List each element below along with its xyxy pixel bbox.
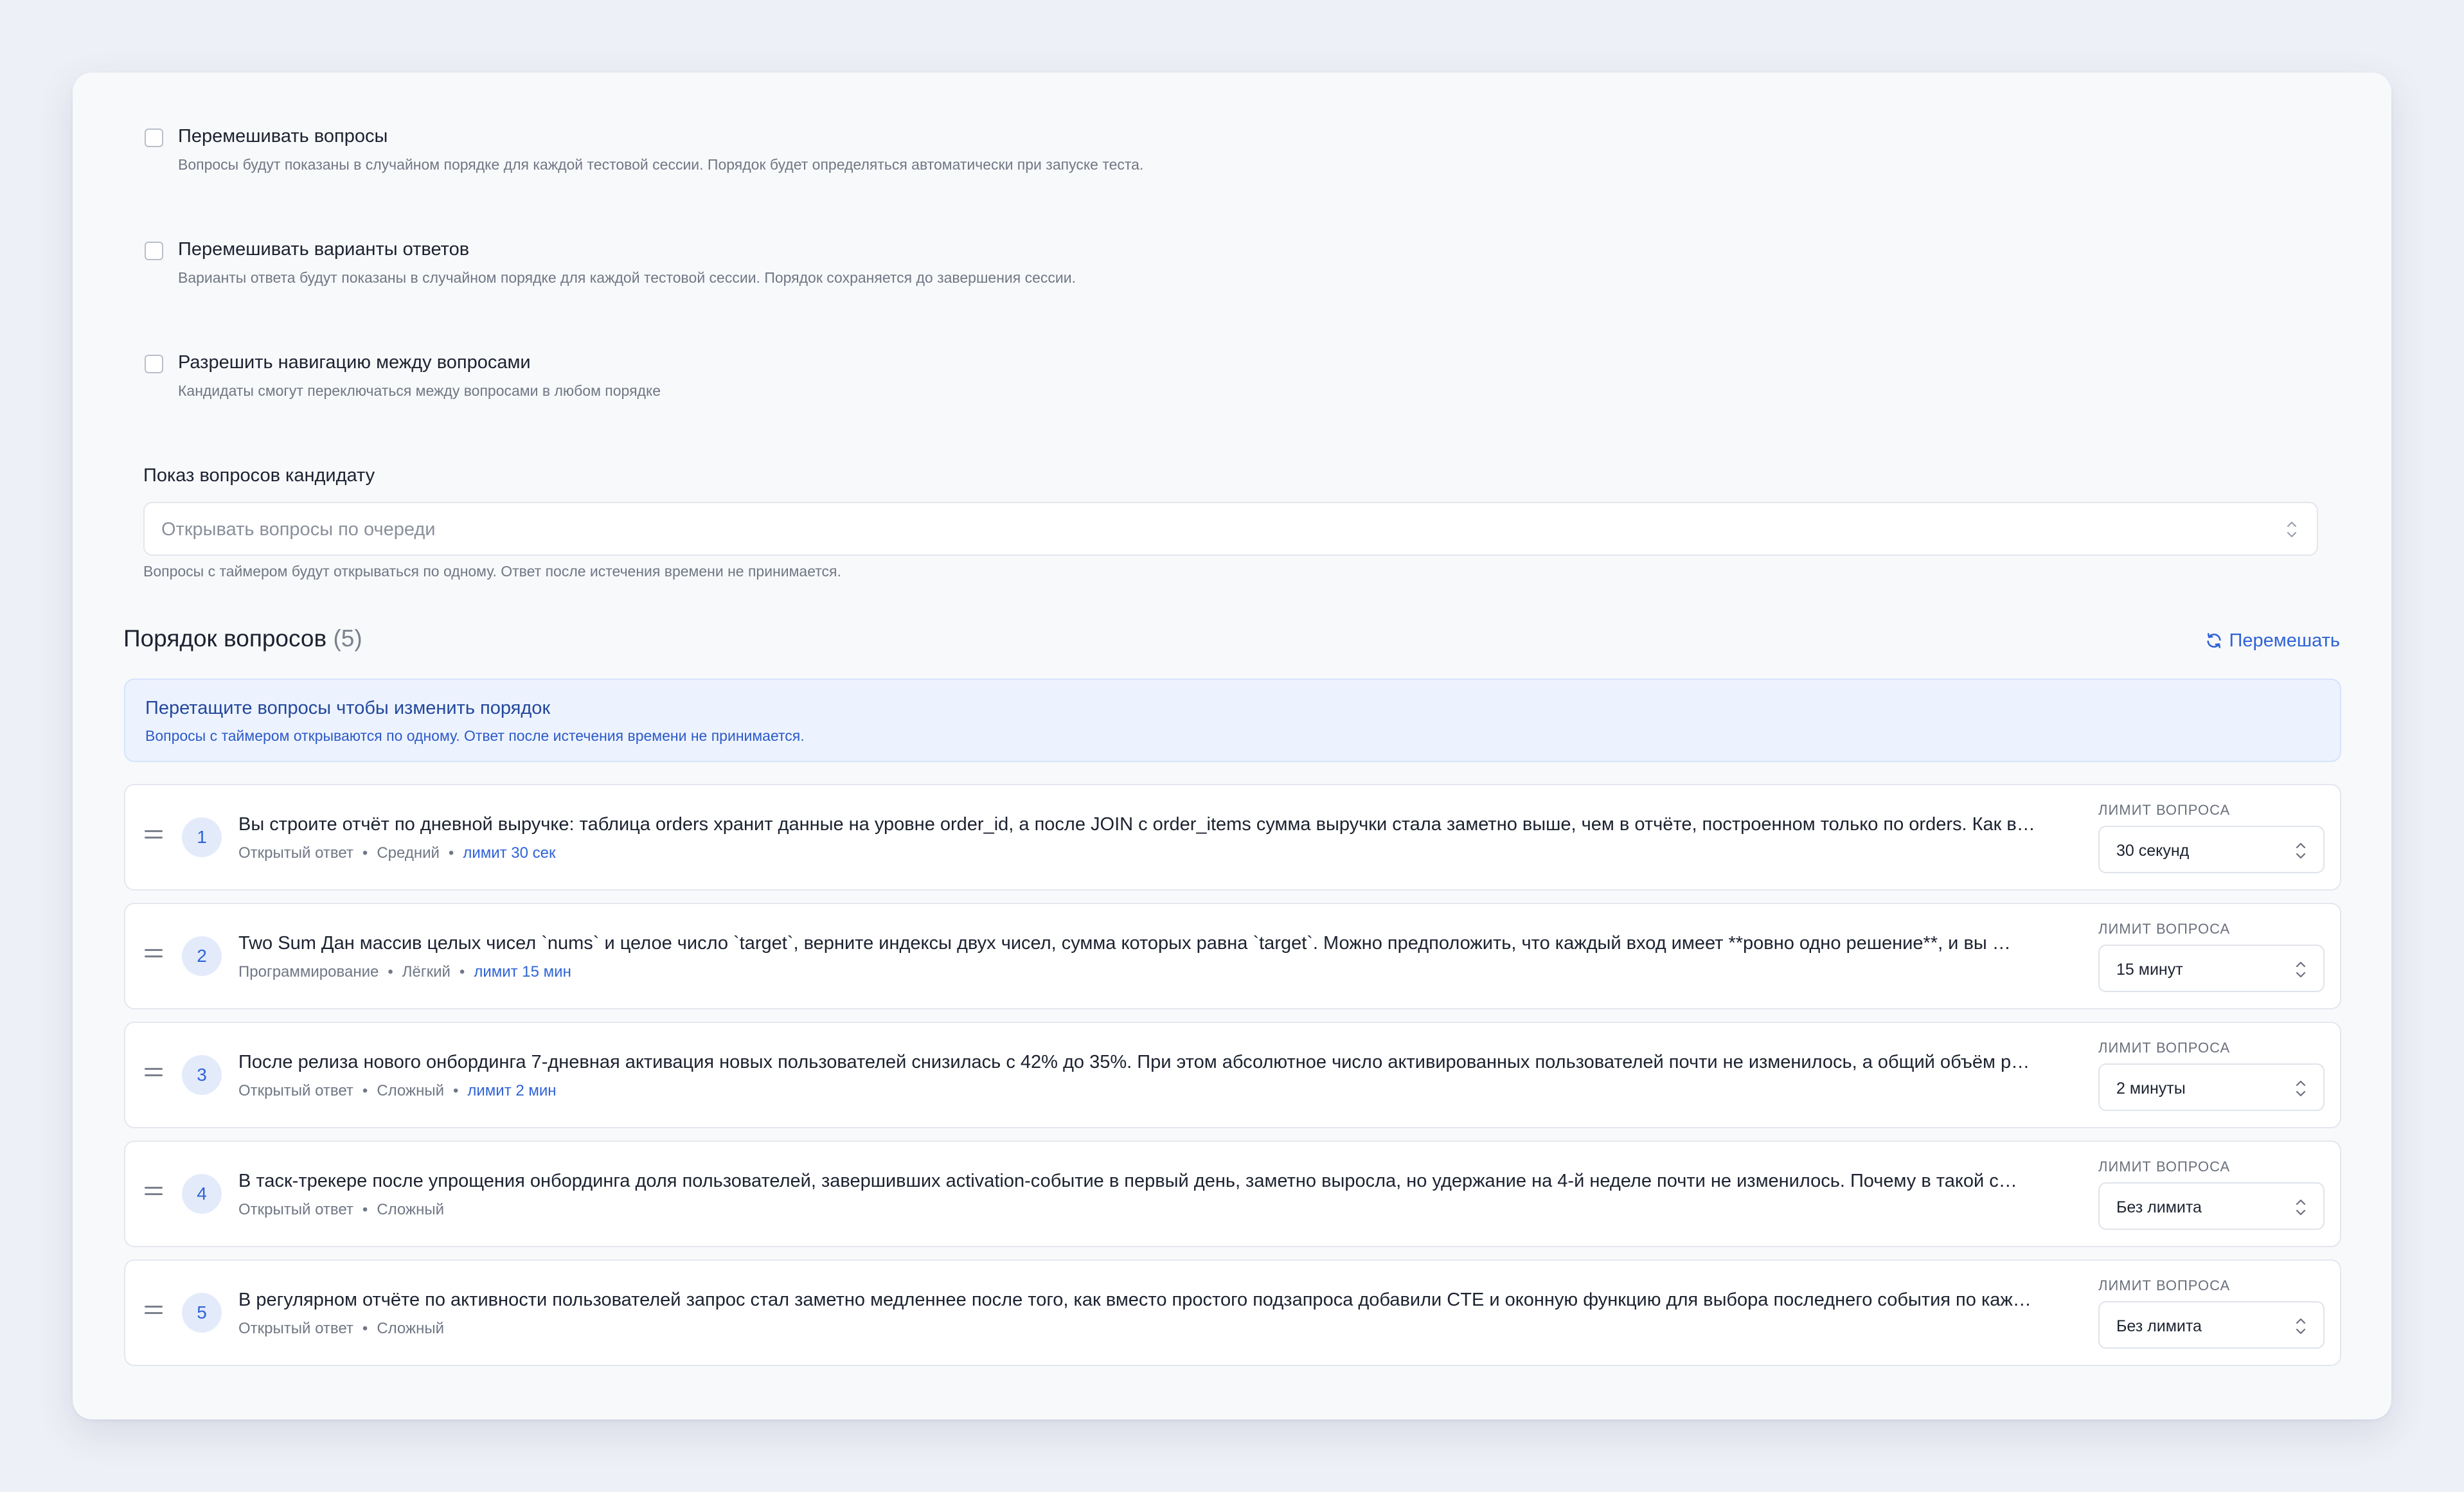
option-description: Вопросы будут показаны в случайном поряд… <box>178 156 1144 173</box>
limit-value: 2 минуты <box>2116 1079 2186 1097</box>
question-meta: Открытый ответ • Сложный • лимит 2 мин <box>238 1082 557 1100</box>
drag-info-title: Перетащите вопросы чтобы изменить порядо… <box>145 698 551 718</box>
limit-select[interactable]: Без лимита <box>2098 1301 2325 1349</box>
limit-label: ЛИМИТ ВОПРОСА <box>2098 802 2231 818</box>
chevron-updown-icon <box>2287 521 2297 538</box>
question-meta: Открытый ответ • Сложный <box>238 1320 444 1338</box>
settings-card: Перемешивать вопросы Вопросы будут показ… <box>73 73 2391 1419</box>
option-title: Перемешивать варианты ответов <box>178 239 470 260</box>
question-order-title-text: Порядок вопросов <box>123 625 327 652</box>
drag-handle-icon[interactable] <box>145 1306 163 1319</box>
meta-separator: • <box>362 1082 368 1099</box>
allow-navigation-checkbox[interactable] <box>145 355 163 373</box>
question-type: Открытый ответ <box>238 844 353 862</box>
question-text: После релиза нового онбординга 7-дневная… <box>238 1052 2030 1072</box>
limit-select[interactable]: 2 минуты <box>2098 1063 2325 1111</box>
option-description: Варианты ответа будут показаны в случайн… <box>178 269 1076 286</box>
drag-info-subtitle: Вопросы с таймером открываются по одному… <box>145 727 805 744</box>
question-row[interactable]: 5 В регулярном отчёте по активности поль… <box>124 1259 2341 1366</box>
question-order-title: Порядок вопросов (5) <box>123 625 362 652</box>
question-difficulty: Сложный <box>377 1082 444 1099</box>
question-difficulty: Лёгкий <box>402 963 451 981</box>
question-number: 2 <box>182 936 222 976</box>
question-text: Вы строите отчёт по дневной выручке: таб… <box>238 814 2035 835</box>
question-limit-badge: лимит 30 сек <box>463 844 556 862</box>
chevron-updown-icon <box>2296 961 2306 978</box>
chevron-updown-icon <box>2296 1080 2306 1097</box>
question-row[interactable]: 2 Two Sum Дан массив целых чисел `nums` … <box>124 903 2341 1009</box>
limit-select[interactable]: 30 секунд <box>2098 826 2325 873</box>
question-row[interactable]: 3 После релиза нового онбординга 7-дневн… <box>124 1022 2341 1128</box>
question-type: Открытый ответ <box>238 1320 353 1337</box>
question-number: 4 <box>182 1174 222 1214</box>
question-row[interactable]: 4 В таск-трекере после упрощения онборди… <box>124 1141 2341 1247</box>
limit-value: Без лимита <box>2116 1198 2202 1216</box>
meta-separator: • <box>388 963 393 981</box>
meta-separator: • <box>452 1082 459 1099</box>
shuffle-answers-checkbox[interactable] <box>145 242 163 260</box>
drag-handle-icon[interactable] <box>145 949 163 962</box>
chevron-updown-icon <box>2296 842 2306 859</box>
drag-handle-icon[interactable] <box>145 1187 163 1200</box>
limit-label: ЛИМИТ ВОПРОСА <box>2098 1159 2231 1175</box>
question-text: В регулярном отчёте по активности пользо… <box>238 1290 2031 1310</box>
shuffle-button[interactable]: Перемешать <box>2205 629 2340 652</box>
limit-value: 15 минут <box>2116 961 2183 979</box>
question-limit-badge: лимит 2 мин <box>467 1082 557 1099</box>
question-limit-badge: лимит 15 мин <box>474 963 571 981</box>
shuffle-button-label: Перемешать <box>2229 630 2340 651</box>
question-number: 1 <box>182 817 222 857</box>
meta-separator: • <box>448 844 454 862</box>
question-type: Открытый ответ <box>238 1082 353 1099</box>
question-difficulty: Сложный <box>377 1320 444 1337</box>
limit-label: ЛИМИТ ВОПРОСА <box>2098 921 2231 937</box>
limit-value: Без лимита <box>2116 1317 2202 1335</box>
question-difficulty: Средний <box>377 844 440 862</box>
display-mode-hint: Вопросы с таймером будут открываться по … <box>143 563 841 580</box>
question-text: Two Sum Дан массив целых чисел `nums` и … <box>238 933 2011 954</box>
refresh-icon <box>2206 633 2221 648</box>
limit-label: ЛИМИТ ВОПРОСА <box>2098 1040 2231 1056</box>
question-meta: Открытый ответ • Сложный <box>238 1201 444 1219</box>
limit-select[interactable]: 15 минут <box>2098 945 2325 992</box>
meta-separator: • <box>362 1201 368 1218</box>
question-type: Открытый ответ <box>238 1201 353 1218</box>
drag-info-box: Перетащите вопросы чтобы изменить порядо… <box>124 679 2341 762</box>
display-mode-select[interactable]: Открывать вопросы по очереди <box>143 502 2318 556</box>
display-mode-value: Открывать вопросы по очереди <box>161 519 436 540</box>
option-title: Разрешить навигацию между вопросами <box>178 352 531 373</box>
limit-select[interactable]: Без лимита <box>2098 1182 2325 1230</box>
question-number: 5 <box>182 1293 222 1333</box>
question-count: (5) <box>333 625 362 652</box>
question-meta: Программирование • Лёгкий • лимит 15 мин <box>238 963 571 981</box>
limit-value: 30 секунд <box>2116 842 2190 860</box>
question-text: В таск-трекере после упрощения онбординг… <box>238 1171 2017 1191</box>
option-title: Перемешивать вопросы <box>178 126 388 147</box>
meta-separator: • <box>459 963 465 981</box>
option-description: Кандидаты смогут переключаться между воп… <box>178 382 661 399</box>
drag-handle-icon[interactable] <box>145 830 163 843</box>
question-type: Программирование <box>238 963 379 981</box>
chevron-updown-icon <box>2296 1318 2306 1335</box>
question-row[interactable]: 1 Вы строите отчёт по дневной выручке: т… <box>124 784 2341 891</box>
question-difficulty: Сложный <box>377 1201 444 1218</box>
question-number: 3 <box>182 1055 222 1095</box>
meta-separator: • <box>362 844 368 862</box>
limit-label: ЛИМИТ ВОПРОСА <box>2098 1277 2231 1293</box>
drag-handle-icon[interactable] <box>145 1068 163 1081</box>
meta-separator: • <box>362 1320 368 1337</box>
chevron-updown-icon <box>2296 1199 2306 1216</box>
display-mode-label: Показ вопросов кандидату <box>143 465 375 486</box>
shuffle-questions-checkbox[interactable] <box>145 129 163 147</box>
question-meta: Открытый ответ • Средний • лимит 30 сек <box>238 844 556 862</box>
